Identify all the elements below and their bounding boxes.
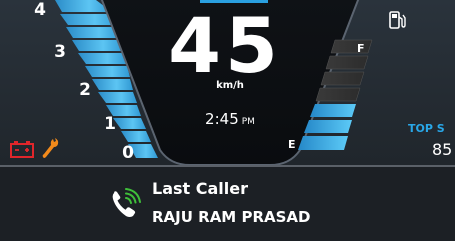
wrench-icon [42,138,59,158]
last-caller-label: Last Caller [152,179,248,198]
rpm-scale-4: 4 [34,0,46,20]
fuel-empty-label: E [288,138,296,151]
clock-time: 2:45 [205,110,239,128]
instrument-cluster: 4 3 2 1 0 45 km/h 2:45 PM F E TOP S 85 [0,0,455,165]
clock: 2:45 PM [180,110,280,128]
battery-icon [10,141,34,158]
rpm-scale-2: 2 [79,80,91,100]
rpm-scale-3: 3 [54,42,66,62]
rpm-scale-0: 0 [122,143,134,163]
rpm-scale-1: 1 [104,114,116,134]
clock-ampm: PM [241,117,255,127]
speed-unit: km/h [216,80,244,91]
phone-call-icon [112,188,141,217]
top-speed-value: 85 [432,140,453,159]
top-speed-label: TOP S [408,122,445,135]
speed-readout: 45 [168,1,282,90]
fuel-pump-icon [389,11,406,29]
caller-name: RAJU RAM PRASAD [152,208,311,226]
fuel-full-label: F [357,42,365,55]
